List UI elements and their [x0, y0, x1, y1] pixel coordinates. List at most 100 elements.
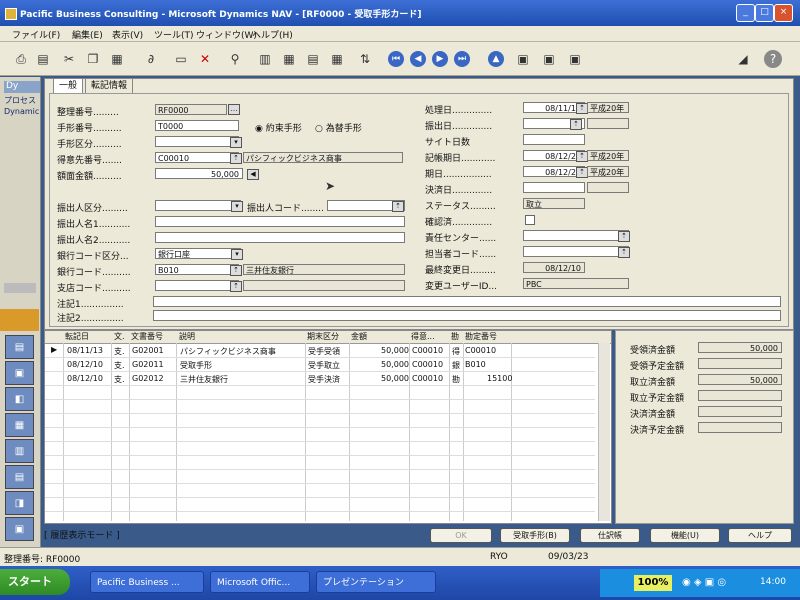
tab-general[interactable]: 一般 [53, 78, 84, 93]
grid-cell[interactable]: 50,000 [381, 360, 409, 369]
dropdown-icon[interactable]: ▾ [231, 201, 243, 212]
col-posting-date[interactable]: 転記日 [65, 331, 89, 344]
grid-cell[interactable]: G02012 [132, 374, 164, 383]
close-button[interactable]: × [774, 4, 793, 22]
grid-cell[interactable]: 支. [114, 360, 125, 371]
cut-icon[interactable]: ✂ [60, 50, 78, 68]
grid-scrollbar[interactable] [598, 343, 610, 521]
grid-cell[interactable]: 銀 [452, 360, 460, 371]
tab-posting-info[interactable]: 転記情報 [85, 78, 134, 93]
grid-cell[interactable]: B010 [465, 360, 486, 369]
grid-cell[interactable]: C00010 [412, 374, 443, 383]
sort-icon[interactable]: ⇅ [356, 50, 374, 68]
attach-icon[interactable]: ∂ [142, 50, 160, 68]
filter-icon[interactable]: ▣ [514, 50, 532, 68]
next-record-icon[interactable]: ▶ [432, 51, 448, 67]
grid-cell[interactable]: 受手受領 [308, 346, 340, 357]
radio-promissory[interactable]: ◉ 約束手形 [255, 121, 302, 134]
grid-cell[interactable]: 受取手形 [180, 360, 212, 371]
last-record-icon[interactable]: ⏭ [454, 51, 470, 67]
grid-cell[interactable]: 得 [452, 346, 460, 357]
responsibility-center-field[interactable] [523, 230, 629, 241]
help-icon[interactable]: ? [764, 50, 782, 68]
lookup-icon[interactable]: ⇡ [230, 153, 242, 164]
dropdown-icon[interactable]: ▾ [230, 137, 242, 148]
note2-field[interactable] [153, 310, 781, 321]
nav-group-active[interactable] [0, 309, 39, 331]
grid-cell[interactable]: 50,000 [381, 346, 409, 355]
nav-tile-icon[interactable]: ◨ [5, 491, 34, 515]
bill-menu-button[interactable]: 受取手形(B) [500, 528, 570, 543]
menu-help[interactable]: ヘルプ(H) [252, 28, 293, 41]
task-presentation[interactable]: プレゼンテーション [316, 571, 436, 593]
function-menu-button[interactable]: 機能(U) [650, 528, 720, 543]
radio-bill-of-exchange[interactable]: ○ 為替手形 [315, 121, 362, 134]
lookup-icon[interactable]: ⇡ [230, 265, 242, 276]
grid-cell[interactable]: 三井住友銀行 [180, 374, 228, 385]
col-period-type[interactable]: 期末区分 [307, 331, 339, 344]
note1-field[interactable] [153, 296, 781, 307]
nav-scrollbar[interactable] [4, 283, 36, 293]
grid-cell[interactable]: G02001 [132, 346, 164, 355]
delete-icon[interactable]: ✕ [196, 50, 214, 68]
drawer-type-field[interactable] [155, 200, 241, 211]
menu-window[interactable]: ウィンドウ(W) [196, 28, 257, 41]
copy-icon[interactable]: ❐ [84, 50, 102, 68]
lookup-icon[interactable]: ⇡ [392, 201, 404, 212]
salesperson-code-field[interactable] [523, 246, 629, 257]
journal-button[interactable]: 仕訳帳 [580, 528, 640, 543]
customer-no-field[interactable]: C00010 [155, 152, 239, 163]
confirmed-checkbox[interactable] [525, 215, 535, 225]
site-days-field[interactable] [523, 134, 585, 145]
nav-item-dynamics[interactable]: Dynamic [4, 107, 39, 116]
grid-cell[interactable]: パシフィックビジネス商事 [180, 346, 276, 357]
nav-tile-icon[interactable]: ▤ [5, 465, 34, 489]
grid-cell[interactable]: C00010 [412, 346, 443, 355]
menu-file[interactable]: ファイル(F) [12, 28, 60, 41]
first-record-icon[interactable]: ⏮ [388, 51, 404, 67]
drawer-name1-field[interactable] [155, 216, 405, 227]
drawer-name2-field[interactable] [155, 232, 405, 243]
col-description[interactable]: 説明 [179, 331, 195, 344]
grid-cell[interactable]: 受手決済 [308, 374, 340, 385]
grid-cell[interactable]: C00010 [412, 360, 443, 369]
dropdown-icon[interactable]: ▾ [231, 249, 243, 260]
up-icon[interactable]: ▲ [488, 51, 504, 67]
previous-record-icon[interactable]: ◀ [410, 51, 426, 67]
lookup-icon[interactable]: ⇡ [618, 247, 630, 258]
table-icon[interactable]: ▦ [280, 50, 298, 68]
list-icon[interactable]: ▥ [256, 50, 274, 68]
grid-cell[interactable]: C00010 [465, 346, 496, 355]
new-icon[interactable]: ▭ [172, 50, 190, 68]
bank-code-field[interactable]: B010 [155, 264, 239, 275]
paste-icon[interactable]: ▦ [108, 50, 126, 68]
grid-cell[interactable]: 勘 [452, 374, 460, 385]
col-customer[interactable]: 得意... [411, 331, 435, 344]
calendar-icon[interactable]: ⇡ [570, 119, 582, 130]
grid-cell[interactable]: 08/11/13 [67, 346, 103, 355]
help-button[interactable]: ヘルプ [728, 528, 792, 543]
menu-tools[interactable]: ツール(T) [154, 28, 194, 41]
grid-cell[interactable]: 15100 [487, 374, 512, 383]
print-icon[interactable]: ⎙ [12, 50, 30, 68]
face-amount-field[interactable]: 50,000 [155, 168, 243, 179]
nav-item-process[interactable]: プロセス [4, 95, 36, 106]
lookup-icon[interactable]: ⇡ [618, 231, 630, 242]
card-icon[interactable]: ▤ [304, 50, 322, 68]
assist-edit-icon[interactable]: … [228, 104, 240, 115]
drilldown-icon[interactable]: ◀ [247, 169, 259, 180]
col-doc-type[interactable]: 文. [114, 331, 125, 344]
flowfilter-icon[interactable]: ▣ [540, 50, 558, 68]
grid-cell[interactable]: 支. [114, 374, 125, 385]
task-nav[interactable]: Pacific Business ... [90, 571, 204, 593]
grid-icon[interactable]: ▦ [328, 50, 346, 68]
grid-cell[interactable]: 支. [114, 346, 125, 357]
ok-button[interactable]: OK [430, 528, 492, 543]
nav-tile-icon[interactable]: ▤ [5, 335, 34, 359]
col-doc-no[interactable]: 文書番号 [131, 331, 163, 344]
find-icon[interactable]: ⚲ [226, 50, 244, 68]
lookup-icon[interactable]: ⇡ [230, 281, 242, 292]
col-account-no[interactable]: 勘定番号 [465, 331, 497, 344]
nav-tile-icon[interactable]: ▦ [5, 413, 34, 437]
zoom-level[interactable]: 100% [634, 575, 672, 591]
